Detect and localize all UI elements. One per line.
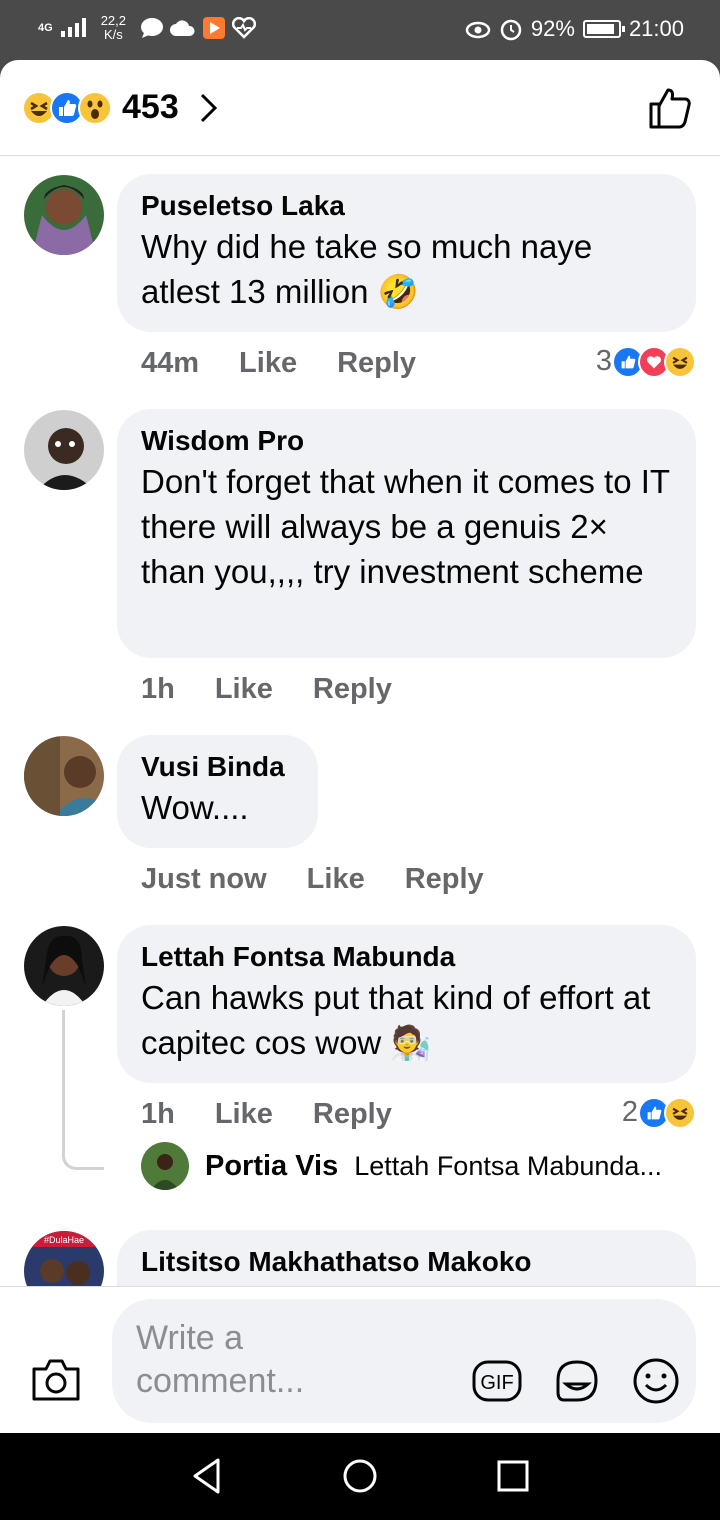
gif-icon[interactable]: GIF xyxy=(472,1359,522,1403)
speed-value: 22,2 xyxy=(100,13,126,28)
reactions-summary[interactable]: 453 xyxy=(22,88,219,127)
play-store-icon xyxy=(203,17,225,39)
comment-text: Wow.... xyxy=(141,789,249,826)
back-icon[interactable] xyxy=(190,1457,224,1495)
comment-reaction-count: 3 xyxy=(595,345,612,377)
reply-link[interactable]: Reply xyxy=(313,673,392,706)
haha-reaction-icon xyxy=(664,345,696,378)
comment-list: Puseletso Laka Why did he take so much n… xyxy=(0,157,720,1287)
comment-time: Just now xyxy=(141,863,267,895)
reply-link[interactable]: Reply xyxy=(405,863,484,896)
comment-time: 1h xyxy=(141,673,175,705)
comment-bubble[interactable]: Vusi Binda Wow.... xyxy=(117,735,318,848)
comment-actions: 44m Like Reply xyxy=(141,347,416,380)
data-speed: 22,2 K/s xyxy=(101,14,126,42)
comment-text: Don't forget that when it comes to IT th… xyxy=(141,463,670,590)
comment-bubble[interactable]: Litsitso Makhathatso Makoko xyxy=(117,1230,696,1287)
composer-actions: GIF xyxy=(472,1357,680,1405)
reactions-header: 453 xyxy=(0,60,720,156)
comment-author[interactable]: Puseletso Laka xyxy=(141,188,672,224)
battery-percent: 92% xyxy=(530,16,575,41)
like-post-icon[interactable] xyxy=(648,86,692,130)
avatar[interactable]: #DulaHae xyxy=(24,1231,104,1287)
notification-icons xyxy=(140,16,256,40)
sticker-icon[interactable] xyxy=(552,1358,602,1404)
comment-reaction-count: 2 xyxy=(621,1096,638,1128)
eye-comfort-icon xyxy=(465,21,491,39)
camera-icon[interactable] xyxy=(30,1357,82,1403)
battery-icon xyxy=(582,20,625,38)
avatar[interactable] xyxy=(24,926,104,1006)
reply-text: Lettah Fontsa Mabunda... xyxy=(354,1150,662,1181)
avatar[interactable] xyxy=(24,175,104,255)
comment-author[interactable]: Wisdom Pro xyxy=(141,423,672,459)
reply-preview[interactable]: Portia Vis Lettah Fontsa Mabunda... xyxy=(141,1142,662,1190)
comment-bubble[interactable]: Wisdom Pro Don't forget that when it com… xyxy=(117,409,696,658)
status-left: 4G 22,2 K/s xyxy=(38,14,256,42)
comment-placeholder: Write a comment... xyxy=(136,1319,305,1400)
speed-unit: K/s xyxy=(103,27,123,42)
avatar[interactable] xyxy=(24,736,104,816)
emoji-icon[interactable] xyxy=(632,1357,680,1405)
comment-author[interactable]: Lettah Fontsa Mabunda xyxy=(141,939,672,975)
like-link[interactable]: Like xyxy=(239,347,297,380)
chevron-right-icon[interactable] xyxy=(199,92,219,124)
status-bar: 4G 22,2 K/s 92% 21:00 xyxy=(0,0,720,62)
like-link[interactable]: Like xyxy=(215,673,273,706)
system-nav-bar xyxy=(0,1433,720,1520)
recents-icon[interactable] xyxy=(496,1457,530,1495)
reaction-total: 453 xyxy=(122,88,179,126)
wow-reaction-icon xyxy=(78,90,112,125)
comment-time: 44m xyxy=(141,347,200,379)
comment-actions: Just now Like Reply xyxy=(141,863,484,896)
comment-composer: Write a comment... GIF xyxy=(0,1286,720,1433)
haha-reaction-icon xyxy=(664,1096,696,1129)
like-link[interactable]: Like xyxy=(307,863,365,896)
health-heart-icon xyxy=(232,17,256,39)
comment-reactions[interactable]: 3 xyxy=(596,345,696,378)
comment-bubble[interactable]: Lettah Fontsa Mabunda Can hawks put that… xyxy=(117,925,696,1083)
comment-time: 1h xyxy=(141,1098,175,1130)
comment-actions: 1h Like Reply xyxy=(141,1098,392,1131)
comment-text: Can hawks put that kind of effort at cap… xyxy=(141,979,651,1061)
comment-actions: 1h Like Reply xyxy=(141,673,392,706)
avatar-tag-text: #DulaHae xyxy=(44,1235,84,1245)
network-indicator: 4G xyxy=(38,21,53,34)
avatar xyxy=(141,1142,189,1190)
reply-link[interactable]: Reply xyxy=(313,1098,392,1131)
comment-author[interactable]: Vusi Binda xyxy=(141,749,294,785)
comment-input[interactable]: Write a comment... GIF xyxy=(112,1299,696,1423)
like-link[interactable]: Like xyxy=(215,1098,273,1131)
comment-bubble[interactable]: Puseletso Laka Why did he take so much n… xyxy=(117,174,696,332)
cloud-icon xyxy=(170,20,195,36)
reply-link[interactable]: Reply xyxy=(337,347,416,380)
gif-label: GIF xyxy=(480,1372,513,1394)
signal-icon xyxy=(60,18,86,37)
chat-bubble-icon xyxy=(141,18,163,38)
alarm-icon xyxy=(500,19,522,41)
thread-connector xyxy=(62,1010,104,1170)
comment-reactions[interactable]: 2 xyxy=(622,1096,696,1129)
comment-text: Why did he take so much naye atlest 13 m… xyxy=(141,228,593,310)
clock: 21:00 xyxy=(628,16,684,41)
reply-author: Portia Vis xyxy=(205,1149,339,1182)
comments-sheet: 453 Puseletso Laka Why did he take so mu… xyxy=(0,60,720,1433)
comment-author[interactable]: Litsitso Makhathatso Makoko xyxy=(141,1244,672,1280)
home-icon[interactable] xyxy=(342,1457,378,1495)
avatar[interactable] xyxy=(24,410,104,490)
status-right: 92% 21:00 xyxy=(465,16,684,42)
